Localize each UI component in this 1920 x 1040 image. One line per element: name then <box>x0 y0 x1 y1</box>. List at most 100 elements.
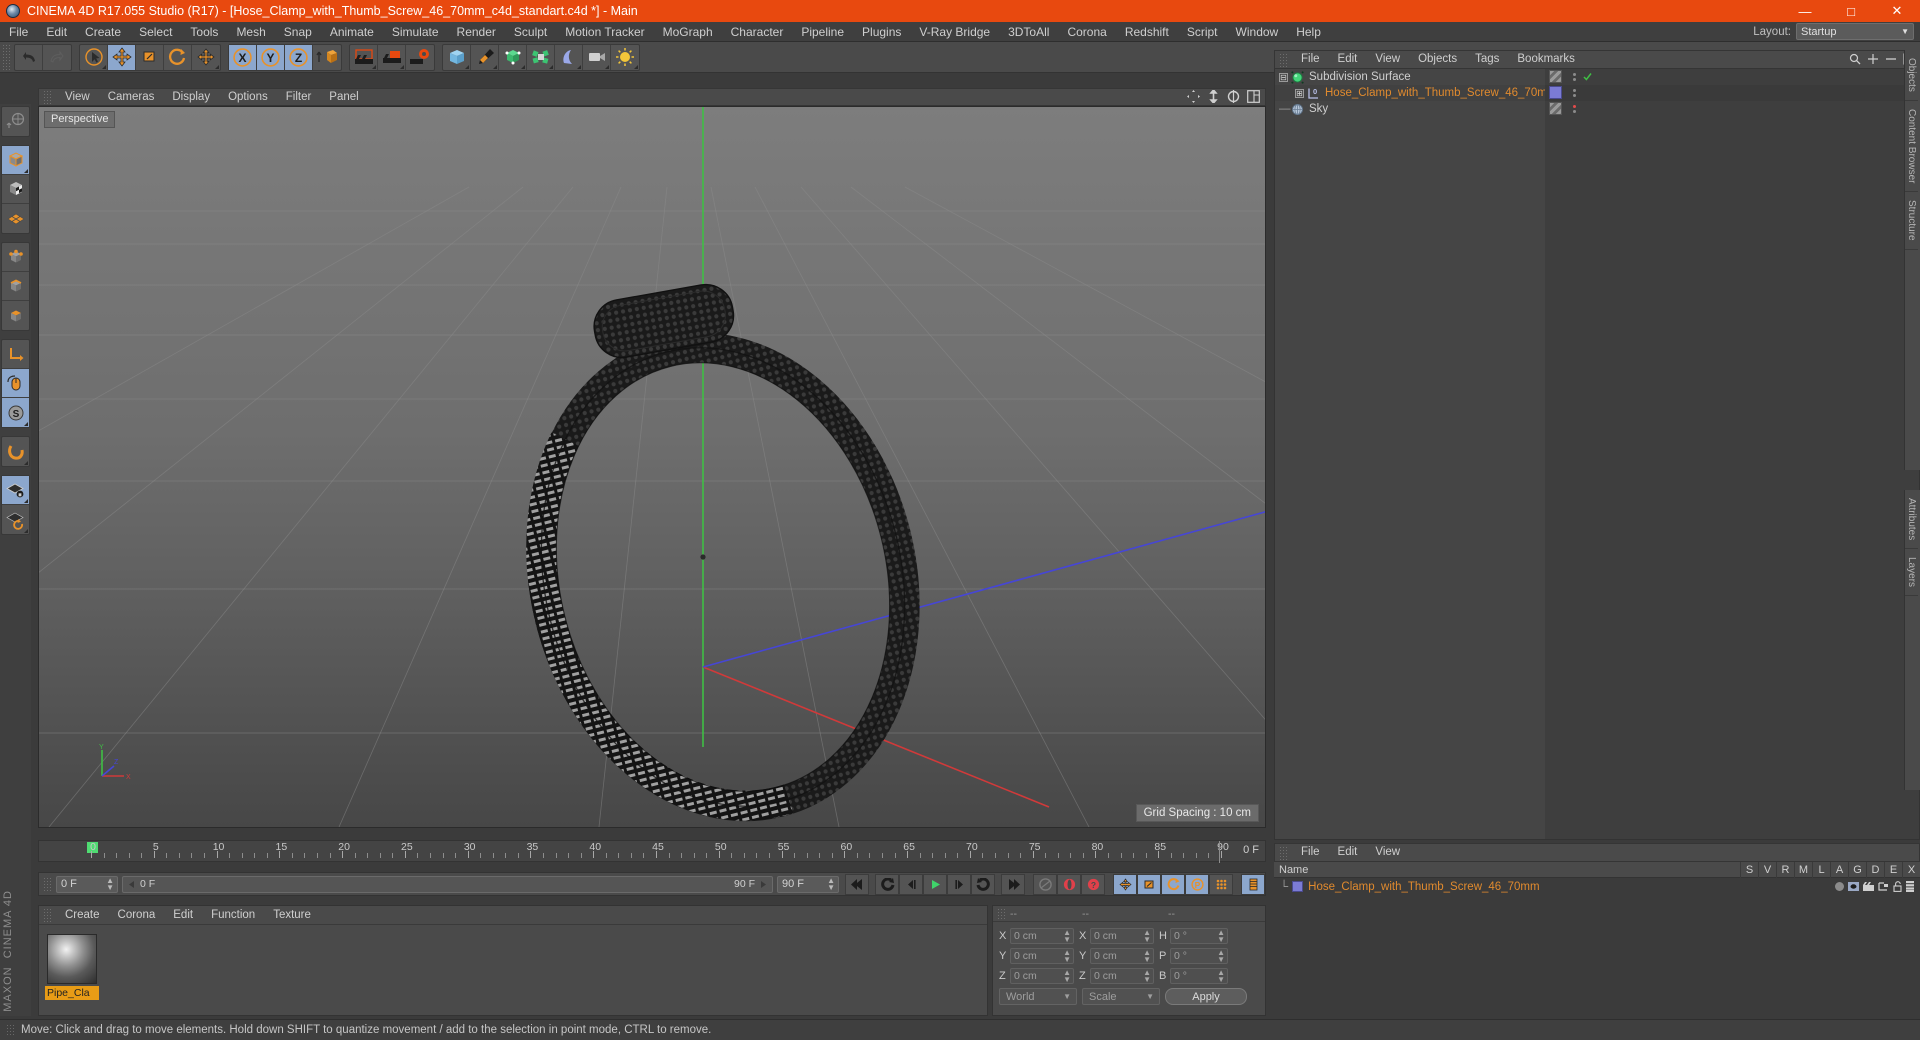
visibility-toggle-dots[interactable] <box>1567 69 1581 85</box>
render-icon[interactable] <box>1863 882 1874 891</box>
polygon-mode-button[interactable] <box>2 301 29 330</box>
menu-item-snap[interactable]: Snap <box>275 22 321 42</box>
visibility-toggle-dots[interactable] <box>1567 101 1581 117</box>
minimize-button[interactable]: — <box>1782 0 1828 22</box>
tab-layers[interactable]: Layers <box>1905 549 1918 597</box>
attribute-table-row[interactable]: └ Hose_Clamp_with_Thumb_Screw_46_70mm <box>1274 878 1920 895</box>
timeline-playhead[interactable] <box>1219 841 1220 863</box>
keyframe-help-button[interactable]: ? <box>1081 873 1105 895</box>
search-icon[interactable] <box>1849 53 1861 65</box>
undo-button[interactable] <box>15 44 43 70</box>
model-mode-button[interactable] <box>2 146 29 175</box>
minimize-panel-icon[interactable] <box>1885 53 1897 65</box>
attribute-menu-view[interactable]: View <box>1366 843 1409 862</box>
object-menu-view[interactable]: View <box>1366 50 1409 69</box>
add-camera-button[interactable] <box>583 44 611 70</box>
stepper-icon[interactable]: ▲ ▼ <box>1143 968 1151 983</box>
enable-snap-button[interactable] <box>2 476 29 505</box>
coordinates-grip[interactable] <box>997 907 1006 920</box>
stepper-icon[interactable]: ▲ ▼ <box>1063 928 1071 943</box>
attr-col-s[interactable]: S <box>1740 861 1758 878</box>
rotation-p-field[interactable]: 0 ° ▲ ▼ <box>1170 947 1228 964</box>
material-menu-create[interactable]: Create <box>56 906 109 925</box>
snap-settings-button[interactable] <box>2 505 29 534</box>
menu-item-script[interactable]: Script <box>1178 22 1227 42</box>
close-button[interactable]: ✕ <box>1874 0 1920 22</box>
menu-item-vray-bridge[interactable]: V-Ray Bridge <box>910 22 999 42</box>
visibility-icon[interactable] <box>1848 882 1859 891</box>
attr-col-r[interactable]: R <box>1776 861 1794 878</box>
menu-item-sculpt[interactable]: Sculpt <box>505 22 556 42</box>
size-z-field[interactable]: 0 cm ▲ ▼ <box>1090 967 1154 984</box>
undo-view-button[interactable] <box>2 107 29 136</box>
tag-row-subdivision-surface[interactable] <box>1545 69 1919 85</box>
tag-row-hose-clamp[interactable] <box>1545 85 1919 101</box>
stepper-icon[interactable]: ▲ ▼ <box>1063 948 1071 963</box>
object-menu-edit[interactable]: Edit <box>1329 50 1367 69</box>
menu-item-3dtoall[interactable]: 3DToAll <box>999 22 1058 42</box>
step-back-button[interactable] <box>899 873 923 895</box>
lock-z-axis-button[interactable]: Z <box>285 44 313 70</box>
expand-toggle-icon[interactable]: ⊟ <box>1279 72 1288 82</box>
size-x-field[interactable]: 0 cm ▲ ▼ <box>1090 927 1154 944</box>
menu-item-plugins[interactable]: Plugins <box>853 22 910 42</box>
play-button[interactable] <box>923 873 947 895</box>
viewport-menu-grip[interactable] <box>43 90 52 104</box>
attr-col-l[interactable]: L <box>1812 861 1830 878</box>
autokey-button[interactable] <box>1033 873 1057 895</box>
move-tool-duplicate-button[interactable] <box>192 45 220 70</box>
stepper-icon[interactable]: ▲ ▼ <box>1063 968 1071 983</box>
attr-col-d[interactable]: D <box>1866 861 1884 878</box>
status-bar-grip[interactable] <box>6 1023 15 1037</box>
object-menu-objects[interactable]: Objects <box>1409 50 1466 69</box>
add-generator-button[interactable] <box>499 44 527 70</box>
pan-view-icon[interactable] <box>1187 90 1200 103</box>
world-object-coordinates-button[interactable] <box>313 45 341 70</box>
enable-axis-modification-button[interactable] <box>2 340 29 369</box>
menu-item-edit[interactable]: Edit <box>37 22 76 42</box>
object-tag-column[interactable] <box>1545 69 1920 840</box>
point-mode-button[interactable] <box>2 243 29 272</box>
workplane-mode-button[interactable] <box>2 204 29 233</box>
key-rotation-button[interactable] <box>1161 873 1185 895</box>
key-parameter-button[interactable]: P <box>1185 873 1209 895</box>
menu-item-render[interactable]: Render <box>448 22 505 42</box>
material-menu-corona[interactable]: Corona <box>109 906 165 925</box>
material-thumbnail[interactable] <box>47 934 97 984</box>
previous-key-button[interactable] <box>875 873 899 895</box>
scroll-to-icon[interactable] <box>1867 53 1879 65</box>
rotation-h-field[interactable]: 0 ° ▲ ▼ <box>1170 927 1228 944</box>
rotate-tool-button[interactable] <box>164 44 192 70</box>
viewport-menu-filter[interactable]: Filter <box>277 88 321 106</box>
timeline-range-slider[interactable]: 0 F 90 F <box>122 875 773 893</box>
attr-col-m[interactable]: M <box>1794 861 1812 878</box>
viewport-menu-view[interactable]: View <box>56 88 99 106</box>
layer-icon[interactable] <box>1906 881 1914 892</box>
toolbar-grip[interactable] <box>2 44 11 70</box>
object-menu-tags[interactable]: Tags <box>1466 50 1508 69</box>
viewport-menu-panel[interactable]: Panel <box>320 88 367 106</box>
menu-item-mograph[interactable]: MoGraph <box>654 22 722 42</box>
transport-grip[interactable] <box>43 877 52 891</box>
redo-button[interactable] <box>43 45 71 70</box>
go-to-end-button[interactable] <box>1001 873 1025 895</box>
add-cube-button[interactable] <box>443 44 471 70</box>
rotation-b-field[interactable]: 0 ° ▲ ▼ <box>1170 967 1228 984</box>
menu-item-animate[interactable]: Animate <box>321 22 383 42</box>
stepper-icon[interactable]: ▲ ▼ <box>1143 948 1151 963</box>
attribute-manager-grip[interactable] <box>1279 845 1288 860</box>
layout-view-icon[interactable] <box>1247 90 1260 103</box>
add-spline-pen-button[interactable] <box>471 44 499 70</box>
scale-snap-button[interactable]: S <box>2 398 29 427</box>
record-keyframe-button[interactable] <box>1057 873 1081 895</box>
menu-item-motion-tracker[interactable]: Motion Tracker <box>556 22 653 42</box>
frame-end-field[interactable]: 90 F ▲ ▼ <box>777 875 839 893</box>
stepper-icon[interactable]: ▲ ▼ <box>1217 968 1225 983</box>
add-light-button[interactable] <box>611 45 639 70</box>
render-view-button[interactable] <box>350 44 378 70</box>
object-menu-bookmarks[interactable]: Bookmarks <box>1508 50 1584 69</box>
viewport-menu-options[interactable]: Options <box>219 88 277 106</box>
attribute-menu-edit[interactable]: Edit <box>1329 843 1367 862</box>
object-row-hose-clamp[interactable]: ⊞ 0 Hose_Clamp_with_Thumb_Screw_46_70mm <box>1275 85 1556 101</box>
lock-x-axis-button[interactable]: X <box>229 44 257 70</box>
